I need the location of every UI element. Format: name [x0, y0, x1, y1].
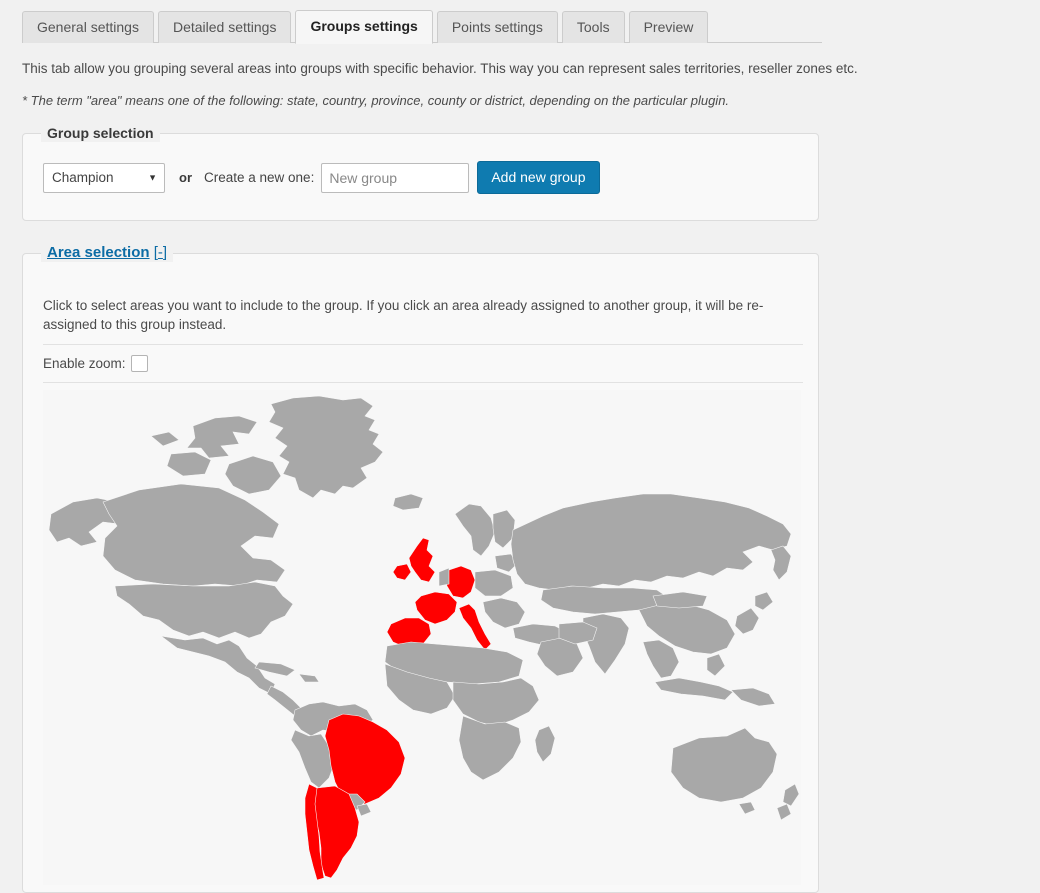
- map-area-baffin-island[interactable]: [224, 455, 282, 495]
- area-selection-panel: Area selection [-] Click to select areas…: [22, 244, 819, 893]
- map-area-kamchatka[interactable]: [770, 545, 792, 581]
- bracket-close: ]: [162, 244, 168, 261]
- map-area-uruguay[interactable]: [356, 803, 372, 817]
- map-area-madagascar[interactable]: [534, 725, 556, 763]
- map-area-new-guinea[interactable]: [730, 687, 776, 707]
- map-area-scandinavia[interactable]: [454, 503, 496, 557]
- chevron-down-icon: ▼: [148, 172, 157, 182]
- add-new-group-button[interactable]: Add new group: [477, 161, 600, 194]
- map-area-ireland[interactable]: [392, 563, 412, 581]
- map-area-victoria-island[interactable]: [166, 451, 212, 477]
- settings-tab-bar: General settings Detailed settings Group…: [22, 9, 822, 44]
- map-area-new-zealand[interactable]: [782, 783, 800, 807]
- tab-preview[interactable]: Preview: [628, 11, 709, 43]
- tab-groups-settings[interactable]: Groups settings: [295, 10, 433, 44]
- enable-zoom-row: Enable zoom:: [43, 355, 148, 372]
- map-area-greenland[interactable]: [268, 395, 384, 499]
- map-area-canada-arctic[interactable]: [186, 415, 258, 459]
- tab-description-note: * The term "area" means one of the follo…: [22, 93, 730, 108]
- group-select-value: Champion: [52, 170, 114, 185]
- area-selection-legend-title[interactable]: Area selection: [47, 244, 150, 261]
- map-area-hispaniola[interactable]: [298, 673, 320, 683]
- tab-general-settings[interactable]: General settings: [22, 11, 154, 43]
- map-area-indonesia[interactable]: [654, 677, 734, 701]
- area-selection-description: Click to select areas you want to includ…: [43, 298, 764, 332]
- group-selection-row: Champion ▼ or Create a new one: Add new …: [43, 161, 600, 194]
- divider-bottom: [43, 382, 803, 383]
- area-selection-collapse-toggle[interactable]: [-]: [154, 244, 167, 261]
- map-area-india[interactable]: [582, 613, 630, 675]
- group-selection-panel: Group selection Champion ▼ or Create a n…: [22, 124, 819, 221]
- divider-top: [43, 344, 803, 345]
- map-area-arctic-islets[interactable]: [150, 431, 180, 447]
- map-area-united-states[interactable]: [114, 581, 294, 639]
- world-map[interactable]: [43, 390, 801, 885]
- map-area-japan-north[interactable]: [754, 591, 774, 611]
- map-area-iceland[interactable]: [392, 493, 424, 511]
- tab-tools[interactable]: Tools: [561, 11, 625, 43]
- map-area-new-zealand-south[interactable]: [776, 803, 792, 821]
- map-area-philippines[interactable]: [706, 653, 726, 677]
- enable-zoom-label: Enable zoom:: [43, 356, 126, 371]
- group-select[interactable]: Champion ▼: [43, 162, 165, 193]
- map-area-australia[interactable]: [670, 727, 778, 803]
- create-new-label: Create a new one:: [204, 170, 315, 185]
- map-area-southern-africa[interactable]: [458, 715, 522, 781]
- map-area-korea-japan[interactable]: [734, 607, 760, 635]
- group-selection-legend: Group selection: [41, 124, 160, 142]
- map-area-germany[interactable]: [444, 565, 476, 599]
- map-area-southeast-asia[interactable]: [642, 639, 680, 679]
- map-area-denmark-benelux[interactable]: [438, 567, 450, 587]
- map-area-united-kingdom[interactable]: [408, 537, 436, 583]
- tab-detailed-settings[interactable]: Detailed settings: [157, 11, 292, 43]
- new-group-input[interactable]: [321, 162, 470, 193]
- tab-description: This tab allow you grouping several area…: [22, 61, 858, 76]
- enable-zoom-checkbox[interactable]: [130, 355, 148, 372]
- world-map-svg[interactable]: [43, 390, 801, 885]
- tab-points-settings[interactable]: Points settings: [436, 11, 558, 43]
- map-area-tasmania[interactable]: [738, 801, 756, 815]
- map-area-canada[interactable]: [102, 483, 286, 587]
- map-area-russia[interactable]: [510, 493, 792, 591]
- map-area-balkans[interactable]: [482, 597, 526, 629]
- map-area-poland-central-europe[interactable]: [474, 569, 514, 597]
- area-selection-legend: Area selection [-]: [41, 244, 174, 262]
- or-label: or: [179, 170, 192, 185]
